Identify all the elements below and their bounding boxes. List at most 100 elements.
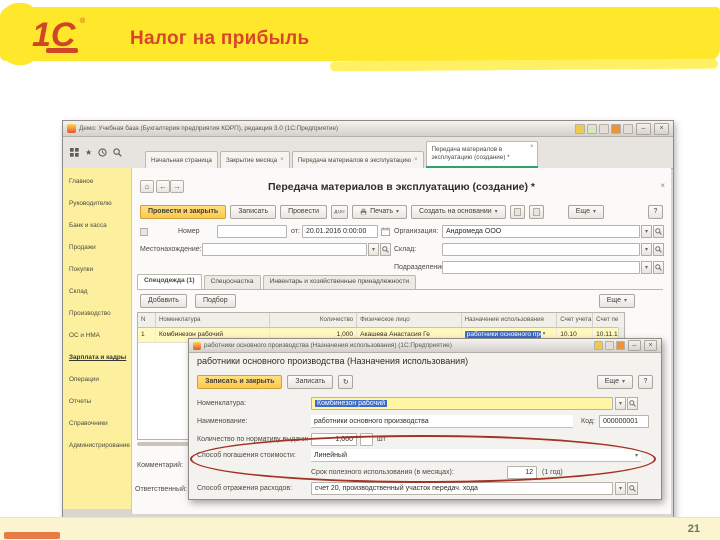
minimize-button[interactable]: – [636, 122, 651, 135]
more-button[interactable]: Еще ▾ [567, 204, 604, 219]
tab-materials-transfer-list[interactable]: Передача материалов в эксплуатацию × [291, 151, 424, 168]
dialog-close-button[interactable]: × [644, 340, 657, 351]
location-input[interactable] [202, 243, 367, 256]
code-input[interactable]: 000000001 [599, 415, 649, 428]
sidebar-item-main[interactable]: Главное [69, 178, 125, 185]
chevron-down-icon[interactable]: ▾ [615, 482, 626, 495]
col-header-transfer-account[interactable]: Счет пе [593, 313, 624, 327]
warehouse-input[interactable] [442, 243, 640, 256]
tab-close-icon[interactable]: × [530, 144, 534, 152]
tab-materials-transfer-new[interactable]: Передача материалов в эксплуатацию (созд… [425, 141, 538, 169]
tab-inventory-supplies[interactable]: Инвентарь и хозяйственные принадлежности [262, 275, 417, 289]
lookup-magnifier-icon[interactable] [627, 397, 638, 410]
lookup-magnifier-icon[interactable] [653, 243, 664, 256]
chevron-down-icon[interactable]: ▾ [615, 397, 626, 410]
sidebar-item-warehouse[interactable]: Склад [69, 288, 125, 295]
post-button[interactable]: Провести [280, 204, 328, 219]
settings-icon[interactable] [623, 123, 633, 134]
expense-method-input[interactable]: счет 20, производственный участок переда… [311, 482, 613, 495]
col-header-quantity[interactable]: Количество [270, 313, 358, 327]
sidebar-item-sales[interactable]: Продажи [69, 244, 125, 251]
dt-kt-postings-icon[interactable]: Дт,Кт [331, 204, 349, 219]
help-button[interactable]: ? [648, 204, 663, 219]
sidebar-item-administration[interactable]: Администрирование [69, 442, 130, 449]
col-header-n[interactable]: N [138, 313, 156, 327]
table-horizontal-scrollbar[interactable] [137, 442, 193, 446]
tab-home[interactable]: Начальная страница [145, 151, 218, 168]
tab-close-icon[interactable]: × [280, 157, 284, 163]
sidebar-item-reports[interactable]: Отчеты [69, 398, 125, 405]
pick-button[interactable]: Подбор [194, 293, 236, 308]
chevron-down-icon[interactable]: ▾ [635, 452, 638, 459]
chevron-down-icon[interactable]: ▾ [543, 331, 546, 337]
chevron-down-icon[interactable]: ▾ [368, 243, 379, 256]
tab-special-equipment[interactable]: Спецоснастка [203, 275, 261, 289]
calculator-icon[interactable] [575, 123, 585, 134]
sidebar-item-manager[interactable]: Руководителю [69, 200, 125, 207]
calculator-icon[interactable] [594, 341, 603, 350]
tab-workwear[interactable]: Спецодежда (1) [137, 274, 202, 289]
history-clock-icon[interactable] [98, 148, 107, 157]
1c-logo: 1С ® [32, 14, 106, 58]
chevron-down-icon[interactable]: ▾ [641, 225, 652, 238]
name-input[interactable]: работники основного производства [311, 415, 573, 428]
date-input[interactable]: 20.01.2016 0:00:00 [302, 225, 378, 238]
chevron-down-icon[interactable]: ▾ [641, 261, 652, 274]
col-header-purpose[interactable]: Назначение использования [462, 313, 558, 327]
dialog-help-button[interactable]: ? [638, 374, 653, 389]
dialog-minimize-button[interactable]: – [628, 340, 641, 351]
number-input[interactable] [217, 225, 287, 238]
auto-number-icon[interactable] [140, 228, 148, 236]
quantity-input[interactable]: 1,000 [311, 433, 357, 446]
printer-icon [360, 208, 367, 215]
info-icon[interactable] [599, 123, 609, 134]
sidebar-item-production[interactable]: Производство [69, 310, 125, 317]
print-button[interactable]: Печать ▾ [352, 204, 408, 219]
lookup-magnifier-icon[interactable] [653, 225, 664, 238]
menu-grid-icon[interactable] [70, 148, 79, 157]
lookup-magnifier-icon[interactable] [627, 482, 638, 495]
col-header-account[interactable]: Счет учета [557, 313, 594, 327]
tab-month-closing[interactable]: Закрытие месяца × [219, 151, 290, 168]
refresh-icon[interactable]: ↻ [338, 374, 354, 389]
nomenclature-input[interactable]: Комбинезон рабочий [311, 397, 613, 410]
document-close-icon[interactable]: × [660, 181, 665, 190]
col-header-person[interactable]: Физическое лицо [357, 313, 462, 327]
report-icon-button[interactable] [509, 204, 525, 219]
post-and-close-button[interactable]: Провести и закрыть [140, 204, 227, 219]
dialog-save-button[interactable]: Записать [287, 374, 334, 389]
add-row-button[interactable]: Добавить [140, 293, 187, 308]
sidebar-item-payroll-hr[interactable]: Зарплата и кадры [69, 354, 126, 361]
calendar-service-icon[interactable] [587, 123, 597, 134]
close-window-button[interactable]: × [654, 122, 669, 135]
organization-input[interactable]: Андромеда ООО [442, 225, 640, 238]
sidebar-item-catalogs[interactable]: Справочники [69, 420, 125, 427]
favorites-star-icon[interactable]: ★ [85, 148, 92, 157]
sidebar-item-purchases[interactable]: Покупки [69, 266, 125, 273]
department-input[interactable] [442, 261, 640, 274]
purpose-selected-value[interactable]: работники основного прои [464, 331, 541, 338]
search-icon[interactable] [113, 148, 122, 157]
memory-icon[interactable] [611, 123, 621, 134]
sidebar-item-bank-cash[interactable]: Банк и касса [69, 222, 125, 229]
sidebar-item-operations[interactable]: Операции [69, 376, 125, 383]
tab-close-icon[interactable]: × [414, 157, 418, 163]
code-value: 000000001 [603, 418, 639, 425]
table-more-button[interactable]: Еще ▾ [598, 293, 635, 308]
memory-icon[interactable] [616, 341, 625, 350]
create-based-on-button[interactable]: Создать на основании ▾ [411, 204, 506, 219]
save-button[interactable]: Записать [230, 204, 277, 219]
lookup-magnifier-icon[interactable] [380, 243, 391, 256]
info-icon[interactable] [605, 341, 614, 350]
dialog-more-button[interactable]: Еще ▾ [596, 374, 633, 389]
chevron-down-icon[interactable]: ▾ [641, 243, 652, 256]
writeoff-method-select[interactable]: Линейный ▾ [311, 449, 641, 462]
useful-life-input[interactable]: 12 [507, 466, 537, 479]
unit-picker[interactable] [360, 433, 373, 446]
col-header-nomenclature[interactable]: Номенклатура [156, 313, 271, 327]
lookup-magnifier-icon[interactable] [653, 261, 664, 274]
calendar-icon[interactable] [381, 227, 390, 236]
sidebar-item-fixed-assets[interactable]: ОС и НМА [69, 332, 125, 339]
save-and-close-button[interactable]: Записать и закрыть [197, 374, 283, 389]
attachments-icon-button[interactable] [528, 204, 544, 219]
